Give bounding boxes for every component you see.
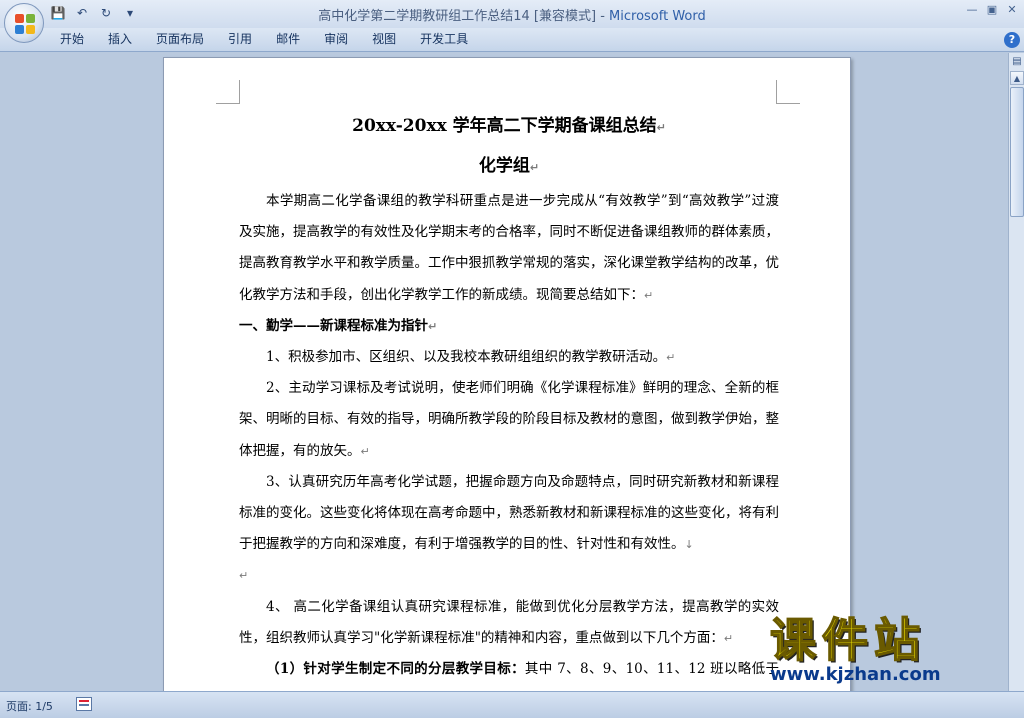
paragraph-item-3: 3、认真研究历年高考化学试题，把握命题方向及命题特点，同时研究新教材和新课程标准… — [239, 473, 779, 553]
restore-icon[interactable]: ▣ — [984, 2, 1000, 18]
section-heading: 一、勤学——新课程标准为指针↵ — [239, 317, 438, 334]
paragraph-intro: 本学期高二化学备课组的教学科研重点是进一步完成从“有效教学”到“高效教学”过渡及… — [239, 193, 779, 303]
paragraph-item-4: 4、 高二化学备课组认真研究课程标准，能做到优化分层教学方法，提高教学的实效性，… — [239, 598, 779, 646]
document-body[interactable]: 20xx-20xx 学年高二下学期备课组总结↵ 化学组↵ 本学期高二化学备课组的… — [239, 106, 779, 691]
watermark-title: 课件站 — [769, 612, 926, 668]
tab-mailings[interactable]: 邮件 — [264, 28, 312, 52]
document-name: 高中化学第二学期教研组工作总结14 [兼容模式] — [318, 9, 597, 24]
ruler-toggle-icon[interactable]: ▤ — [1010, 55, 1024, 69]
scroll-thumb[interactable] — [1010, 87, 1024, 217]
document-subtitle: 化学组↵ — [478, 156, 540, 176]
ribbon-tabs: 开始 插入 页面布局 引用 邮件 审阅 视图 开发工具 — [48, 28, 480, 52]
page-indicator[interactable]: 页面: 1/5 — [6, 698, 53, 714]
crop-mark-top-right — [776, 80, 800, 104]
paragraph-item-1: 1、积极参加市、区组织、以及我校本教研组组织的教学教研活动。↵ — [266, 349, 676, 366]
proofing-icon[interactable] — [76, 697, 92, 711]
tab-references[interactable]: 引用 — [216, 28, 264, 52]
crop-mark-top-left — [216, 80, 240, 104]
office-button[interactable] — [4, 3, 44, 43]
vertical-scrollbar[interactable]: ▤ ▲ ▼ — [1008, 53, 1024, 718]
paragraph-item-4-1: （1）针对学生制定不同的分层教学目标：其中 7、8、9、10、11、12 班以略… — [266, 661, 779, 678]
tab-view[interactable]: 视图 — [360, 28, 408, 52]
scroll-up-icon[interactable]: ▲ — [1010, 71, 1024, 85]
tab-insert[interactable]: 插入 — [96, 28, 144, 52]
office-logo-icon — [15, 14, 35, 34]
window-title: 高中化学第二学期教研组工作总结14 [兼容模式] - Microsoft Wor… — [0, 5, 1024, 24]
paragraph-item-2: 2、主动学习课标及考试说明，使老师们明确《化学课程标准》鲜明的理念、全新的框架、… — [239, 380, 779, 459]
document-page[interactable]: 20xx-20xx 学年高二下学期备课组总结↵ 化学组↵ 本学期高二化学备课组的… — [163, 57, 851, 691]
app-name: Microsoft Word — [609, 9, 706, 24]
ribbon: 开始 插入 页面布局 引用 邮件 审阅 视图 开发工具 ? — [0, 28, 1024, 52]
minimize-icon[interactable]: — — [964, 2, 980, 18]
watermark-logo: 课件站 www.kjzhan.com — [769, 612, 1006, 688]
close-icon[interactable]: ✕ — [1004, 2, 1020, 18]
help-icon[interactable]: ? — [1004, 32, 1020, 48]
status-bar: 页面: 1/5 — [0, 691, 1024, 718]
empty-paragraph: ↵ — [239, 569, 249, 583]
tab-review[interactable]: 审阅 — [312, 28, 360, 52]
tab-page-layout[interactable]: 页面布局 — [144, 28, 216, 52]
title-bar: 💾 ↶ ↻ ▾ 高中化学第二学期教研组工作总结14 [兼容模式] - Micro… — [0, 0, 1024, 28]
document-title: 20xx-20xx 学年高二下学期备课组总结↵ — [352, 116, 666, 136]
tab-home[interactable]: 开始 — [48, 28, 96, 52]
watermark-url: www.kjzhan.com — [770, 664, 941, 685]
tab-developer[interactable]: 开发工具 — [408, 28, 480, 52]
title-separator: - — [596, 9, 610, 24]
document-workspace: 20xx-20xx 学年高二下学期备课组总结↵ 化学组↵ 本学期高二化学备课组的… — [0, 53, 1008, 691]
window-controls: — ▣ ✕ — [964, 2, 1020, 18]
